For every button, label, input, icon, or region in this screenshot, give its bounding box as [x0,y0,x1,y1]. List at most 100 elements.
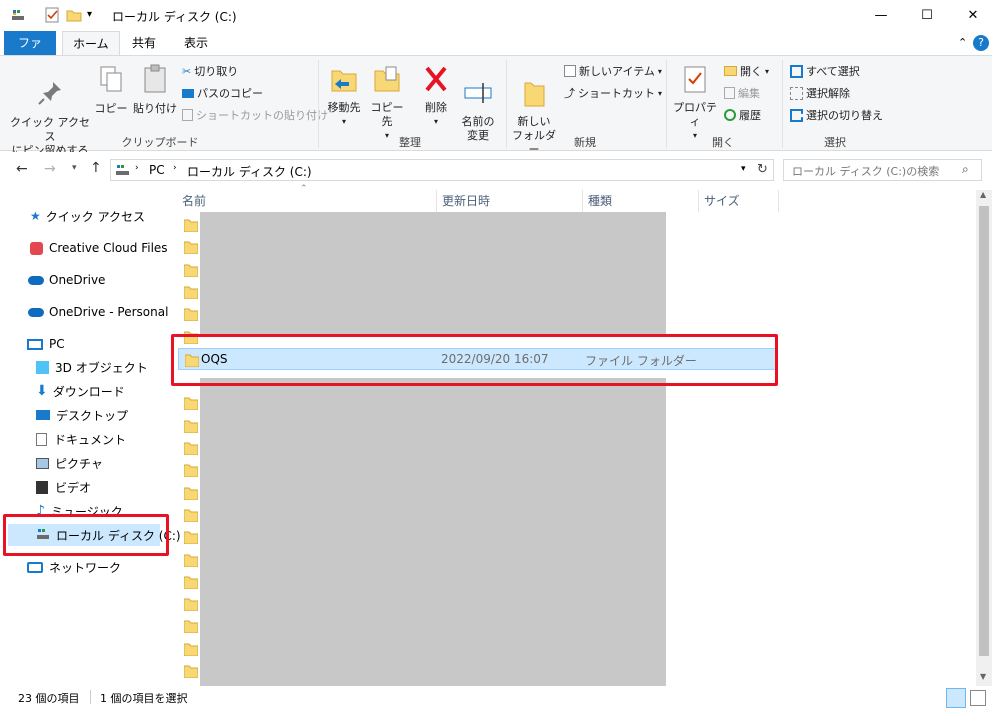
close-button[interactable]: ✕ [950,0,992,30]
back-arrow-icon[interactable]: ← [16,161,28,177]
new-folder-icon[interactable] [66,7,82,23]
minimize-button[interactable]: — [858,0,904,30]
title-bar: ▾ ローカル ディスク (C:) — ☐ ✕ [0,0,992,31]
redacted-area [200,212,666,336]
vertical-scrollbar[interactable]: ▲ ▼ [976,190,992,686]
recent-locations-icon[interactable]: ▾ [72,163,77,173]
folder-icon [183,441,199,458]
select-all-button[interactable]: すべて選択 [790,63,860,79]
sidebar-item-documents[interactable]: ドキュメント [36,428,126,450]
address-bar[interactable]: › PC › ローカル ディスク (C:) ▾ ↻ [110,159,774,181]
rename-button[interactable]: 名前の 変更 [458,64,498,157]
delete-x-icon [425,66,447,92]
column-divider[interactable] [778,190,779,212]
properties-icon[interactable] [44,7,60,23]
tab-share[interactable]: 共有 [122,31,166,55]
sidebar-item-3d-objects[interactable]: 3D オブジェクト [36,356,148,378]
breadcrumb-chevron-icon[interactable]: › [173,163,177,173]
search-placeholder: ローカル ディスク (C:)の検索 [792,165,940,178]
sidebar-item-creative-cloud[interactable]: Creative Cloud Files [30,237,168,259]
folder-icon-column [170,190,200,701]
folder-icon [183,218,199,235]
paste-button[interactable]: 貼り付け [132,64,178,116]
column-header-size[interactable]: サイズ [698,190,778,212]
folder-icon [183,597,199,614]
tab-file[interactable]: ファイル [4,31,56,74]
document-icon [36,432,47,446]
copy-path-button[interactable]: パスのコピー [182,85,263,101]
shortcut-button[interactable]: ⤴ ショートカット ▾ [564,85,662,101]
maximize-button[interactable]: ☐ [904,0,950,30]
tab-view[interactable]: 表示 [174,31,218,55]
address-dropdown-icon[interactable]: ▾ [741,164,746,174]
breadcrumb-drive[interactable]: ローカル ディスク (C:) [187,163,312,180]
status-separator [90,690,91,704]
ribbon-separator [318,60,319,148]
search-input[interactable]: ローカル ディスク (C:)の検索 ⌕ [783,159,982,181]
star-icon: ★ [30,209,41,223]
sidebar-item-desktop[interactable]: デスクトップ [36,404,128,426]
open-button[interactable]: 開く ▾ [724,63,769,79]
cut-button[interactable]: ✂ 切り取り [182,63,238,79]
search-icon[interactable]: ⌕ [962,162,969,177]
sidebar-item-quick-access[interactable]: ★ クイック アクセス [30,205,145,227]
copy-path-icon [182,88,194,98]
navigation-pane: ★ クイック アクセス Creative Cloud Files OneDrive… [0,190,181,686]
ribbon-separator [782,60,783,148]
tab-home[interactable]: ホーム [62,31,120,56]
details-view-icon[interactable] [946,688,966,708]
ribbon-tabs: ファイル ホーム 共有 表示 ⌃ ? [0,31,992,74]
column-header-name[interactable]: 名前 [176,190,436,212]
edit-icon [724,87,735,99]
select-none-icon [790,86,803,100]
sidebar-item-network[interactable]: ネットワーク [27,556,121,578]
breadcrumb-pc[interactable]: PC [149,163,165,177]
drive-icon [10,7,26,23]
picture-icon [36,457,49,469]
scroll-down-icon[interactable]: ▼ [980,672,986,681]
column-header-modified[interactable]: 更新日時 [436,190,582,212]
invert-selection-button[interactable]: 選択の切り替え [790,107,883,123]
sidebar-item-onedrive[interactable]: OneDrive [28,269,105,291]
select-none-button[interactable]: 選択解除 [790,85,850,101]
up-arrow-icon[interactable]: ↑ [90,160,102,176]
group-label-select: 選択 [824,136,846,149]
status-item-count: 23 個の項目 [18,692,80,705]
folder-icon [183,486,199,503]
invert-selection-icon [790,108,803,122]
sidebar-item-onedrive-personal[interactable]: OneDrive - Personal [28,301,168,323]
forward-arrow-icon[interactable]: → [44,161,56,177]
help-icon[interactable]: ? [973,35,989,51]
highlight-box-selected-folder [171,334,778,386]
scroll-up-icon[interactable]: ▲ [980,190,986,199]
sidebar-item-videos[interactable]: ビデオ [36,476,91,498]
sidebar-item-downloads[interactable]: ⬇ ダウンロード [36,380,125,402]
breadcrumb-chevron-icon[interactable]: › [135,163,139,173]
sidebar-item-pictures[interactable]: ピクチャ [36,452,103,474]
edit-button[interactable]: 編集 [724,85,760,101]
history-button[interactable]: 履歴 [724,107,761,123]
ribbon-separator [666,60,667,148]
paste-shortcut-button[interactable]: ショートカットの貼り付け [182,107,328,123]
paste-shortcut-icon [182,109,193,121]
properties-button[interactable]: プロパティ ▾ [670,64,720,143]
open-icon [724,66,737,76]
new-item-button[interactable]: 新しいアイテム ▾ [564,63,662,79]
navigation-bar: ← → ▾ ↑ › PC › ローカル ディスク (C:) ▾ ↻ ローカル デ… [0,152,992,188]
sidebar-item-pc[interactable]: PC [27,333,65,355]
delete-button[interactable]: 削除 ▾ [418,64,454,129]
customize-quick-access-icon[interactable]: ▾ [87,9,103,25]
copy-to-button[interactable]: コピー先 ▾ [366,64,408,143]
folder-icon [183,285,199,302]
column-header-type[interactable]: 種類 [582,190,698,212]
status-bar: 23 個の項目 1 個の項目を選択 [0,686,992,710]
copy-button[interactable]: コピー [94,64,128,116]
redacted-area [200,378,666,686]
refresh-icon[interactable]: ↻ [757,162,768,177]
large-icons-view-icon[interactable] [970,690,986,706]
move-to-button[interactable]: 移動先 ▾ [324,64,364,129]
group-label-clipboard: クリップボード [121,136,199,149]
folder-icon [183,240,199,257]
highlight-box-local-disk [3,514,169,556]
scrollbar-thumb[interactable] [979,206,989,656]
